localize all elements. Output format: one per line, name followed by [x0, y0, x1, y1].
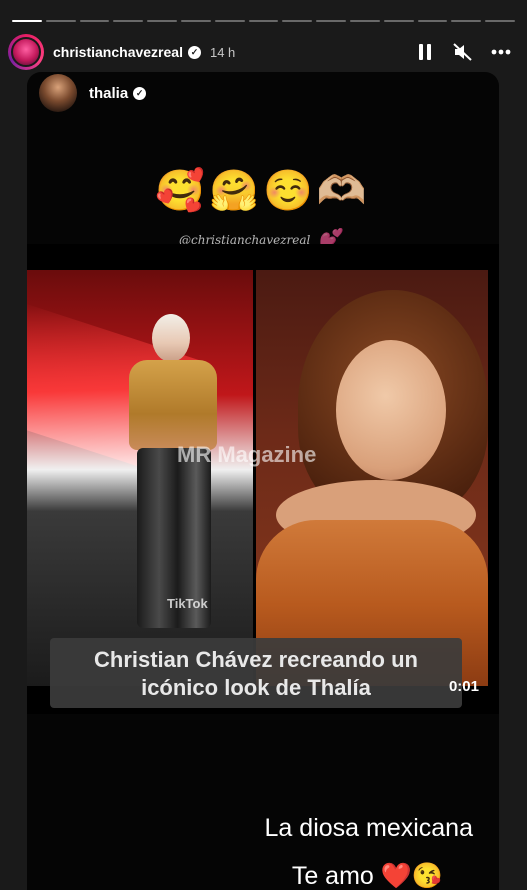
story-note-line-2: Te amo ❤️😘 — [291, 862, 443, 890]
progress-segment — [214, 20, 245, 22]
progress-segment — [383, 20, 414, 22]
progress-segment — [417, 20, 448, 22]
video-caption: Christian Chávez recreando un icónico lo… — [50, 638, 462, 708]
pause-button[interactable] — [415, 42, 435, 62]
video-left-panel — [27, 270, 253, 686]
video-duration: 0:01 — [448, 678, 479, 695]
progress-segment — [147, 20, 177, 22]
progress-segment — [79, 20, 110, 22]
story-content[interactable]: thalia ✓ 🥰🤗☺️🫶🏼 @christianchavezreal 💕 M… — [27, 72, 499, 890]
more-dots-icon — [491, 49, 511, 55]
progress-segment — [113, 20, 144, 22]
speaker-muted-icon — [453, 43, 472, 61]
profile-avatar[interactable] — [8, 34, 44, 70]
progress-segment — [12, 20, 42, 22]
progress-segment — [45, 20, 76, 22]
video-right-panel — [256, 270, 488, 686]
verified-badge-icon: ✓ — [187, 45, 201, 59]
performer-head — [152, 314, 190, 362]
tiktok-watermark: TikTok — [167, 596, 208, 611]
magazine-watermark: MR Magazine — [177, 442, 317, 467]
face-shape — [336, 340, 446, 480]
emoji-sticker: 🥰🤗☺️🫶🏼 — [155, 169, 371, 213]
story-progress-bar — [12, 20, 515, 22]
verified-badge-icon: ✓ — [133, 86, 147, 100]
story-username[interactable]: christianchavezreal — [53, 44, 183, 60]
video-player[interactable]: MR Magazine TikTok Christian Chávez recr… — [27, 244, 499, 714]
progress-segment — [282, 20, 313, 22]
mute-button[interactable] — [453, 42, 473, 62]
caption-line-1: Christian Chávez recreando un — [94, 647, 418, 672]
story-note-line-1: La diosa mexicana — [264, 814, 473, 842]
repost-username[interactable]: thalia — [89, 85, 128, 102]
progress-segment — [180, 20, 211, 22]
story-controls — [415, 42, 519, 62]
caption-line-2: icónico look de Thalía — [141, 675, 371, 700]
performer-body — [129, 360, 217, 450]
progress-segment — [316, 20, 346, 22]
repost-header[interactable]: thalia ✓ — [39, 74, 147, 112]
avatar-image — [11, 37, 41, 67]
progress-segment — [485, 20, 515, 22]
more-options-button[interactable] — [491, 42, 511, 62]
progress-segment — [451, 20, 482, 22]
story-timestamp: 14 h — [209, 44, 236, 60]
progress-segment — [349, 20, 380, 22]
pause-icon — [419, 44, 431, 60]
progress-segment — [248, 20, 279, 22]
story-header: christianchavezreal ✓ 14 h — [8, 33, 519, 71]
repost-avatar[interactable] — [39, 74, 77, 112]
